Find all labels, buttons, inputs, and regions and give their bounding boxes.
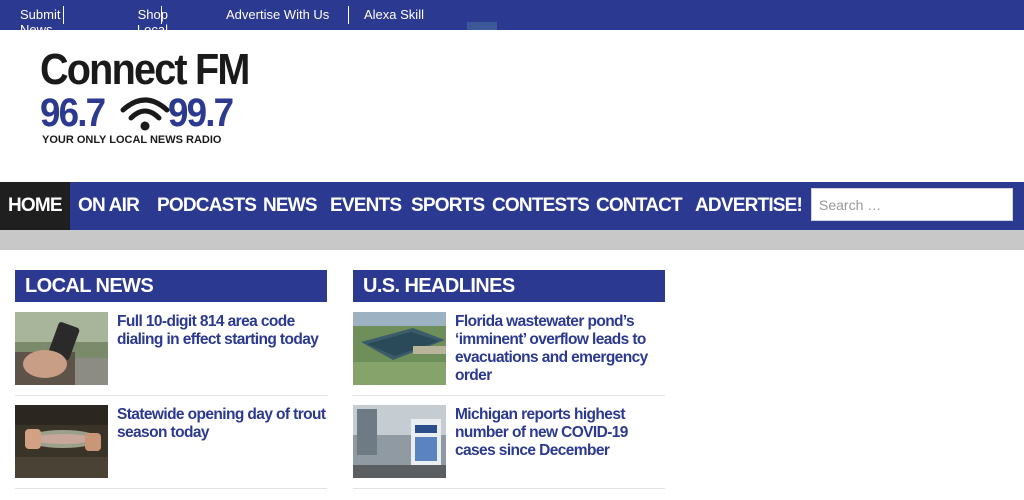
topbar-link-advertise[interactable]: Advertise With Us: [226, 7, 329, 22]
story-title[interactable]: Michigan reports highest number of new C…: [455, 406, 665, 460]
main-navigation: HOME ON AIR PODCASTS NEWS EVENTS SPORTS …: [0, 182, 1024, 230]
story-divider: [15, 395, 327, 396]
nav-item-on-air[interactable]: ON AIR: [78, 182, 140, 230]
us-headlines-section: U.S. HEADLINES Florida wastewater pond’s…: [353, 270, 665, 489]
nav-item-sports[interactable]: SPORTS: [411, 182, 485, 230]
story-divider: [353, 488, 665, 489]
nav-divider-bar: [0, 230, 1024, 250]
facebook-icon[interactable]: [467, 22, 497, 30]
top-utility-bar: Submit News Shop Local Advertise With Us…: [0, 0, 1024, 30]
nav-item-podcasts[interactable]: PODCASTS: [157, 182, 257, 230]
topbar-divider: [161, 6, 162, 24]
story-thumbnail[interactable]: [353, 312, 446, 385]
logo-frequency-right: 99.7: [168, 91, 234, 135]
story-thumbnail[interactable]: [353, 405, 446, 478]
story-title[interactable]: Statewide opening day of trout season to…: [117, 406, 327, 442]
topbar-link-alexa-skill[interactable]: Alexa Skill: [364, 7, 424, 22]
site-logo[interactable]: Connect FM 96.7 99.7 YOUR ONLY LOCAL NEW…: [40, 48, 250, 148]
story-thumbnail[interactable]: [15, 405, 108, 478]
story-thumbnail[interactable]: [15, 312, 108, 385]
nav-item-events[interactable]: EVENTS: [330, 182, 402, 230]
story-title[interactable]: Florida wastewater pond’s ‘imminent’ ove…: [455, 313, 665, 385]
topbar-divider: [63, 6, 64, 24]
topbar-link-submit-news[interactable]: Submit News: [20, 7, 72, 30]
nav-item-contact[interactable]: CONTACT: [596, 182, 683, 230]
nav-item-contests[interactable]: CONTESTS: [492, 182, 590, 230]
us-headlines-heading: U.S. HEADLINES: [353, 270, 665, 302]
logo-brand-text: Connect FM: [40, 45, 250, 94]
logo-tagline: YOUR ONLY LOCAL NEWS RADIO: [42, 134, 222, 146]
local-news-heading: LOCAL NEWS: [15, 270, 327, 302]
wifi-signal-icon: [120, 97, 170, 131]
logo-frequency-left: 96.7: [40, 91, 106, 135]
story-divider: [353, 395, 665, 396]
search-input[interactable]: Search …: [811, 188, 1013, 221]
local-news-section: LOCAL NEWS Full 10-digit 814 area code d…: [15, 270, 327, 489]
nav-item-home[interactable]: HOME: [0, 182, 70, 230]
story-title[interactable]: Full 10-digit 814 area code dialing in e…: [117, 313, 327, 349]
topbar-divider: [348, 6, 349, 24]
story-divider: [15, 488, 327, 489]
nav-item-news[interactable]: NEWS: [263, 182, 318, 230]
nav-item-advertise[interactable]: ADVERTISE!: [695, 182, 803, 230]
